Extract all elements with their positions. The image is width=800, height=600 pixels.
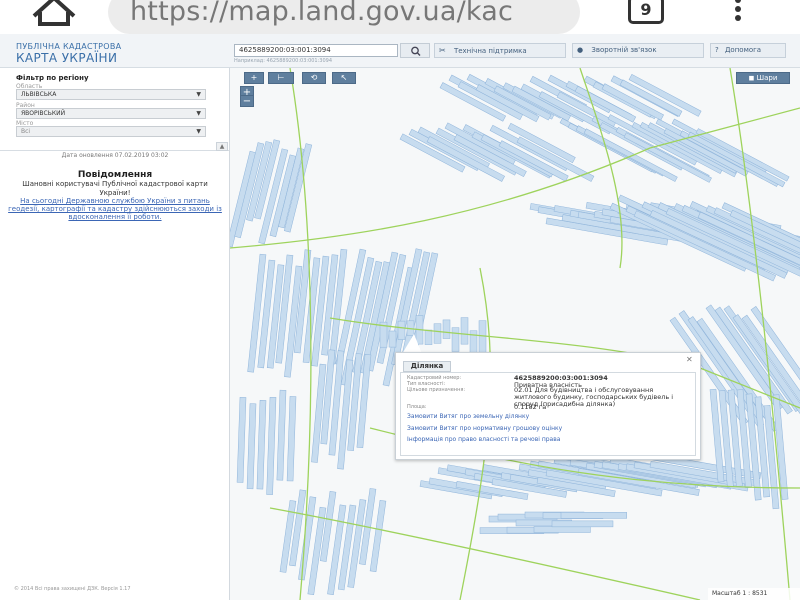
land-parcel[interactable] (256, 400, 267, 490)
logo-subtitle: ПУБЛІЧНА КАДАСТРОВА (16, 42, 122, 51)
minus-icon: − (242, 96, 252, 107)
region-select[interactable]: ЛЬВІВСЬКА ▼ (16, 89, 206, 100)
area-icon: ⊢ (277, 73, 285, 82)
sidebar-divider (0, 150, 229, 151)
popup-pointer (402, 334, 422, 354)
tab-parcel[interactable]: Ділянка (403, 361, 451, 372)
cursor-icon: ↖ (340, 73, 348, 82)
city-select[interactable]: Всі ▼ (16, 126, 206, 137)
cadastral-search-input[interactable]: 4625889200:03:001:3094 (234, 44, 398, 57)
land-parcel[interactable] (286, 396, 297, 482)
search-hint: Наприклад: 4625889200:03:001:3094 (234, 58, 333, 64)
land-parcel[interactable] (236, 397, 247, 483)
land-parcel[interactable] (442, 319, 451, 339)
cadastral-map[interactable] (230, 68, 800, 600)
site-logo[interactable]: ПУБЛІЧНА КАДАСТРОВА КАРТА УКРАЇНИ (16, 42, 122, 65)
measure-distance-button[interactable]: + (244, 72, 264, 84)
land-parcel[interactable] (388, 330, 397, 348)
select-tool-button[interactable]: ↖ (332, 72, 356, 84)
map-scale: Масштаб 1 : 8531 (708, 588, 800, 600)
tab-switcher-button[interactable]: 9 (628, 0, 664, 24)
address-bar[interactable]: https://map.land.gov.ua/kac (108, 0, 580, 34)
land-parcel[interactable] (276, 389, 287, 481)
feedback-label: Зворотній зв'язок (591, 46, 657, 54)
land-parcel[interactable] (551, 520, 614, 528)
map-canvas[interactable] (230, 68, 800, 600)
chat-icon: ● (577, 46, 584, 54)
land-parcel[interactable] (460, 317, 469, 345)
logo-title: КАРТА УКРАЇНИ (16, 51, 118, 65)
region-filter-title: Фільтр по регіону (16, 74, 89, 82)
chevron-up-icon: ▲ (219, 143, 225, 150)
land-parcel[interactable] (424, 329, 433, 345)
land-parcel[interactable] (478, 320, 487, 354)
feedback-button[interactable]: ● Зворотній зв'язок (572, 43, 704, 58)
layers-label: Шари (756, 74, 778, 82)
order-valuation-link[interactable]: Замовити Витяг про нормативну грошову оц… (407, 425, 562, 432)
update-date: Дата оновлення 07.02.2019 03:02 (61, 152, 169, 159)
browser-toolbar: https://map.land.gov.ua/kac 9 (0, 0, 800, 34)
zoom-out-button[interactable]: − (240, 95, 254, 107)
chevron-down-icon: ▼ (196, 128, 201, 135)
notice-greeting: Шановні користувачі Публічної кадастрово… (22, 180, 208, 197)
close-icon[interactable]: ✕ (686, 355, 693, 364)
kebab-menu-icon[interactable] (728, 0, 748, 26)
land-parcel[interactable] (560, 512, 627, 519)
area-value: 0.1182 га (514, 403, 547, 411)
search-button[interactable] (400, 43, 430, 58)
land-parcel[interactable] (533, 526, 591, 533)
tech-support-label: Технічна підтримка (453, 47, 527, 55)
land-parcel[interactable] (246, 403, 257, 490)
chevron-down-icon: ▼ (196, 110, 201, 117)
home-icon[interactable] (30, 0, 78, 30)
land-parcel[interactable] (433, 323, 442, 344)
ownership-info-link[interactable]: Інформація про право власності та речові… (407, 436, 560, 443)
measure-area-button[interactable]: ⊢ (268, 72, 294, 84)
search-icon (411, 46, 421, 56)
sidebar (0, 68, 230, 600)
help-label: Допомога (724, 46, 762, 54)
help-button[interactable]: ? Допомога (710, 43, 786, 58)
help-icon: ? (715, 46, 719, 54)
layers-button[interactable]: ◼ Шари (736, 72, 790, 84)
chevron-down-icon: ▼ (196, 91, 201, 98)
tech-support-button[interactable]: ✂ Технічна підтримка (434, 43, 566, 58)
collapse-sidebar-button[interactable]: ▲ (216, 142, 228, 151)
rotate-button[interactable]: ⟲ (302, 72, 326, 84)
notice-title: Повідомлення (77, 170, 153, 180)
purpose-label: Цільове призначення: (407, 387, 466, 393)
land-parcel[interactable] (451, 327, 460, 352)
rotate-icon: ⟲ (310, 73, 318, 82)
order-extract-link[interactable]: Замовити Витяг про земельну ділянку (407, 413, 529, 420)
copyright-text: © 2014 Всі права захищені ДЗК. Версія 1.… (14, 586, 131, 592)
url-text: https://map.land.gov.ua/kac (130, 0, 514, 27)
ruler-icon: + (250, 73, 258, 82)
land-parcel[interactable] (266, 396, 277, 495)
notice-link[interactable]: На сьогодні Державною службою України з … (8, 197, 222, 221)
district-select[interactable]: ЯВОРІВСЬКИЙ ▼ (16, 108, 206, 119)
region-value: ЛЬВІВСЬКА (21, 91, 57, 98)
layers-icon: ◼ (748, 74, 755, 82)
area-label: Площа: (407, 404, 427, 410)
tools-icon: ✂ (439, 46, 446, 55)
district-value: ЯВОРІВСЬКИЙ (21, 110, 66, 117)
city-value: Всі (21, 128, 31, 135)
